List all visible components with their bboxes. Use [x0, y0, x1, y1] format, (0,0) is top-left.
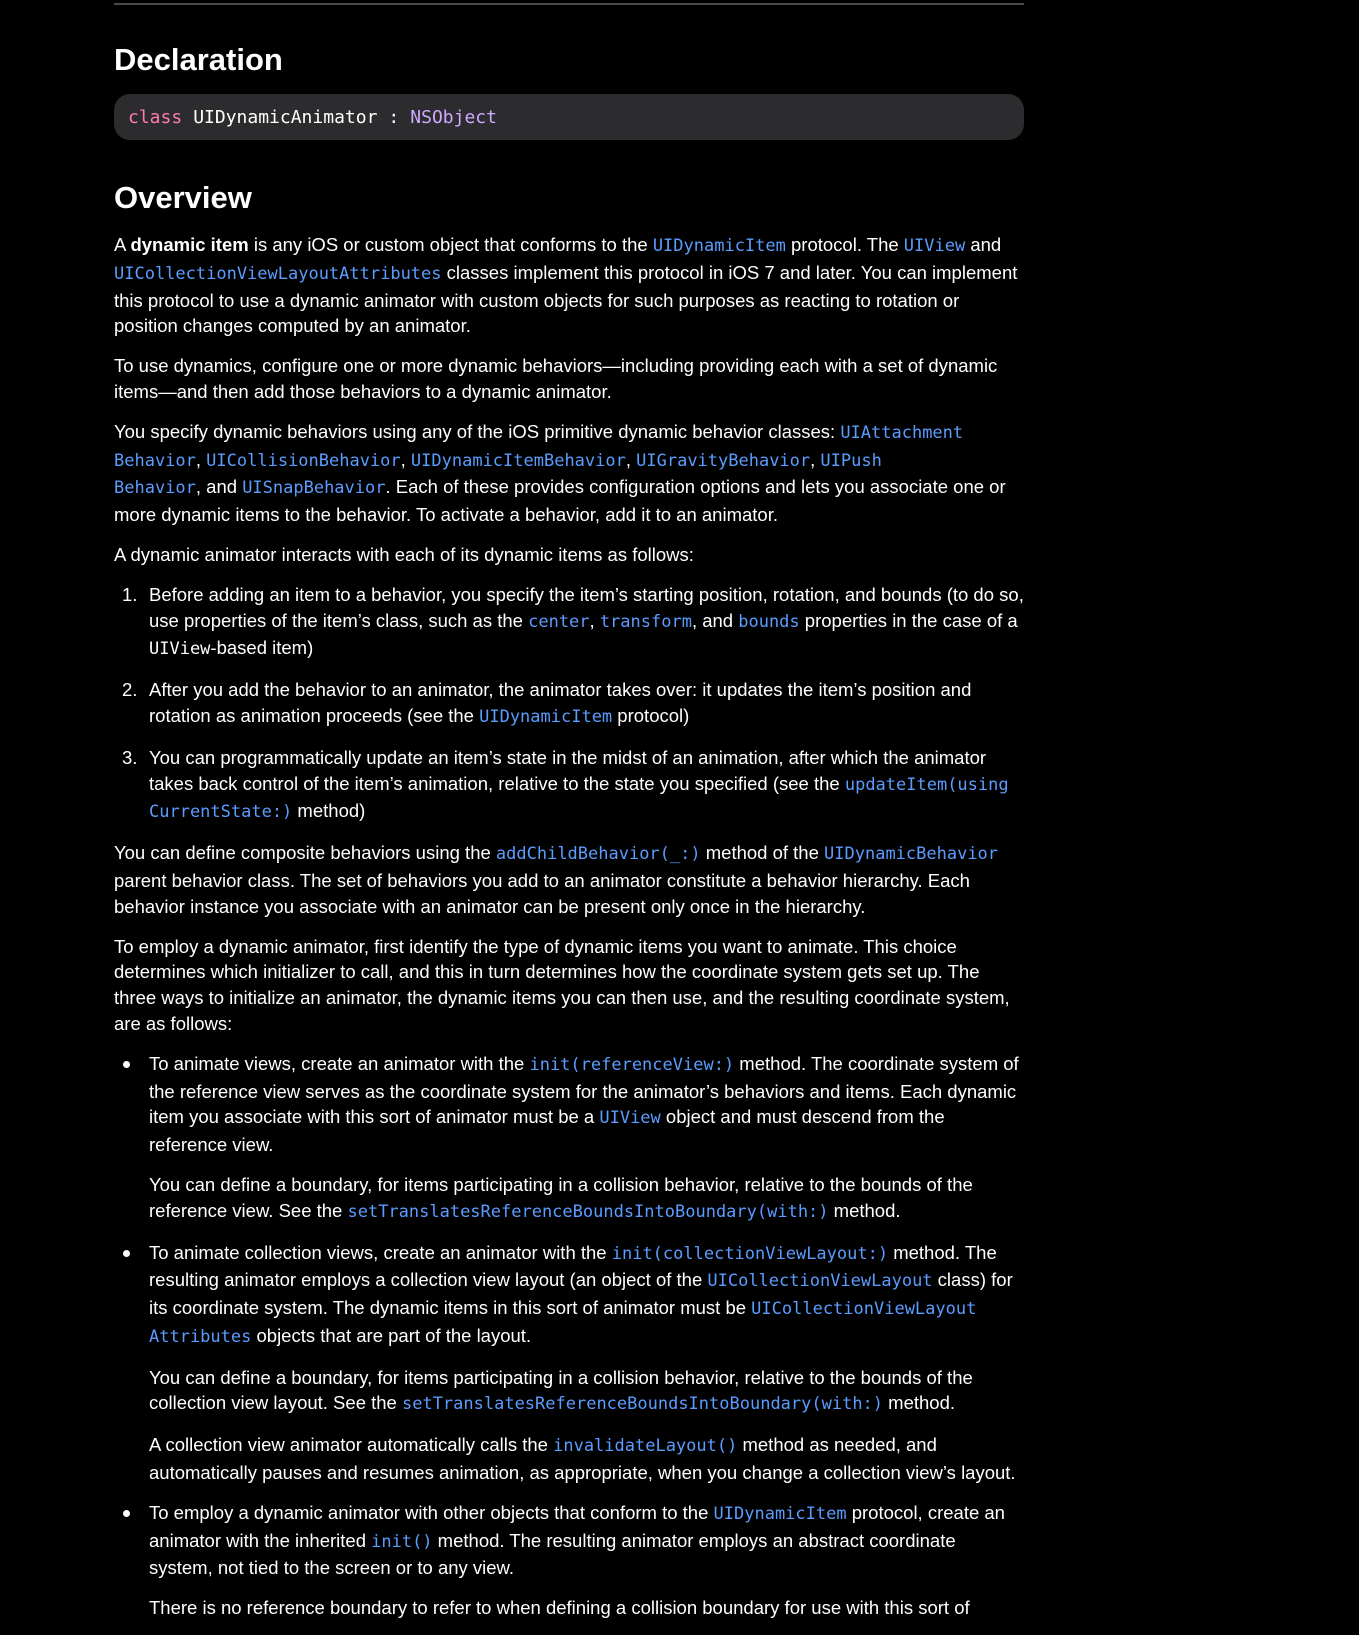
init-collectionviewlayout-link[interactable]: init(collectionViewLayout:) [612, 1244, 888, 1264]
declaration-heading: Declaration [114, 42, 283, 77]
overview-paragraph-2: To use dynamics, configure one or more d… [114, 355, 998, 402]
declaration-code-block: class UIDynamicAnimator : NSObject [114, 94, 1024, 140]
uidynamicitem-link[interactable]: UIDynamicItem [479, 707, 612, 727]
uidynamicbehavior-link[interactable]: UIDynamicBehavior [824, 844, 998, 864]
list-item: 1. Before adding an item to a behavior, y… [122, 583, 1024, 660]
dynamic-item-term: dynamic item [130, 234, 249, 255]
init-link[interactable]: init() [371, 1532, 432, 1552]
overview-heading: Overview [114, 180, 252, 215]
invalidatelayout-link[interactable]: invalidateLayout() [553, 1436, 737, 1456]
list-item: To employ a dynamic animator with other … [123, 1500, 1024, 1621]
center-link[interactable]: center [528, 612, 589, 632]
code-separator: : [388, 106, 400, 128]
overview-paragraph-5: You can define composite behaviors using… [114, 842, 999, 917]
uidynamicitem-link[interactable]: UIDynamicItem [714, 1504, 847, 1524]
overview-paragraph-6: To employ a dynamic animator, first iden… [114, 935, 1010, 1034]
uiview-link[interactable]: UIView [904, 236, 965, 256]
overview-paragraph-3: You specify dynamic behaviors using any … [114, 420, 1006, 526]
bullet-dot [123, 1509, 130, 1517]
bullet-dot [123, 1249, 130, 1257]
uigravitybehavior-link[interactable]: UIGravityBehavior [636, 451, 810, 471]
code-superclass-link[interactable]: NSObject [410, 107, 497, 128]
code-class-name: UIDynamicAnimator [193, 106, 378, 128]
addchildbehavior-link[interactable]: addChildBehavior(_:) [496, 844, 701, 864]
uicollectionviewlayout-link[interactable]: UICollectionViewLayout [707, 1271, 932, 1291]
bounds-link[interactable]: bounds [738, 612, 799, 632]
list-item: 3. You can programmatically update an ite… [122, 746, 1009, 823]
uicollectionviewlayoutattributes-link[interactable]: UICollectionViewLayoutAttributes [114, 264, 442, 284]
documentation-content: Declaration class UIDynamicAnimator : NS… [114, 40, 1024, 1635]
list-item: To animate collection views, create an a… [123, 1240, 1024, 1486]
bullet-dot [123, 1060, 130, 1068]
init-referenceview-link[interactable]: init(referenceView:) [529, 1055, 734, 1075]
settranslatesreferenceboundsintoboundary-link[interactable]: setTranslatesReferenceBoundsIntoBoundary… [347, 1202, 828, 1222]
overview-paragraph-4: A dynamic animator interacts with each o… [114, 543, 694, 565]
transform-link[interactable]: transform [600, 612, 692, 632]
numbered-steps-list: 1. Before adding an item to a behavior, y… [114, 582, 1024, 826]
top-divider [114, 3, 1024, 5]
uicollisionbehavior-link[interactable]: UICollisionBehavior [206, 451, 400, 471]
list-item: 2. After you add the behavior to an anima… [122, 679, 972, 727]
uidynamicitembehavior-link[interactable]: UIDynamicItemBehavior [411, 451, 626, 471]
code-keyword: class [128, 106, 183, 128]
uisnapbehavior-link[interactable]: UISnapBehavior [242, 478, 385, 498]
settranslatesreferenceboundsintoboundary-link[interactable]: setTranslatesReferenceBoundsIntoBoundary… [402, 1394, 883, 1414]
uiview-link[interactable]: UIView [599, 1108, 660, 1128]
initializer-bullet-list: To animate views, create an animator wit… [114, 1051, 1024, 1621]
uidynamicitem-link[interactable]: UIDynamicItem [653, 236, 786, 256]
list-item: To animate views, create an animator wit… [123, 1051, 1024, 1226]
overview-paragraph-1: A dynamic item is any iOS or custom obje… [114, 234, 1018, 337]
uiview-inline-code: UIView [149, 639, 211, 660]
